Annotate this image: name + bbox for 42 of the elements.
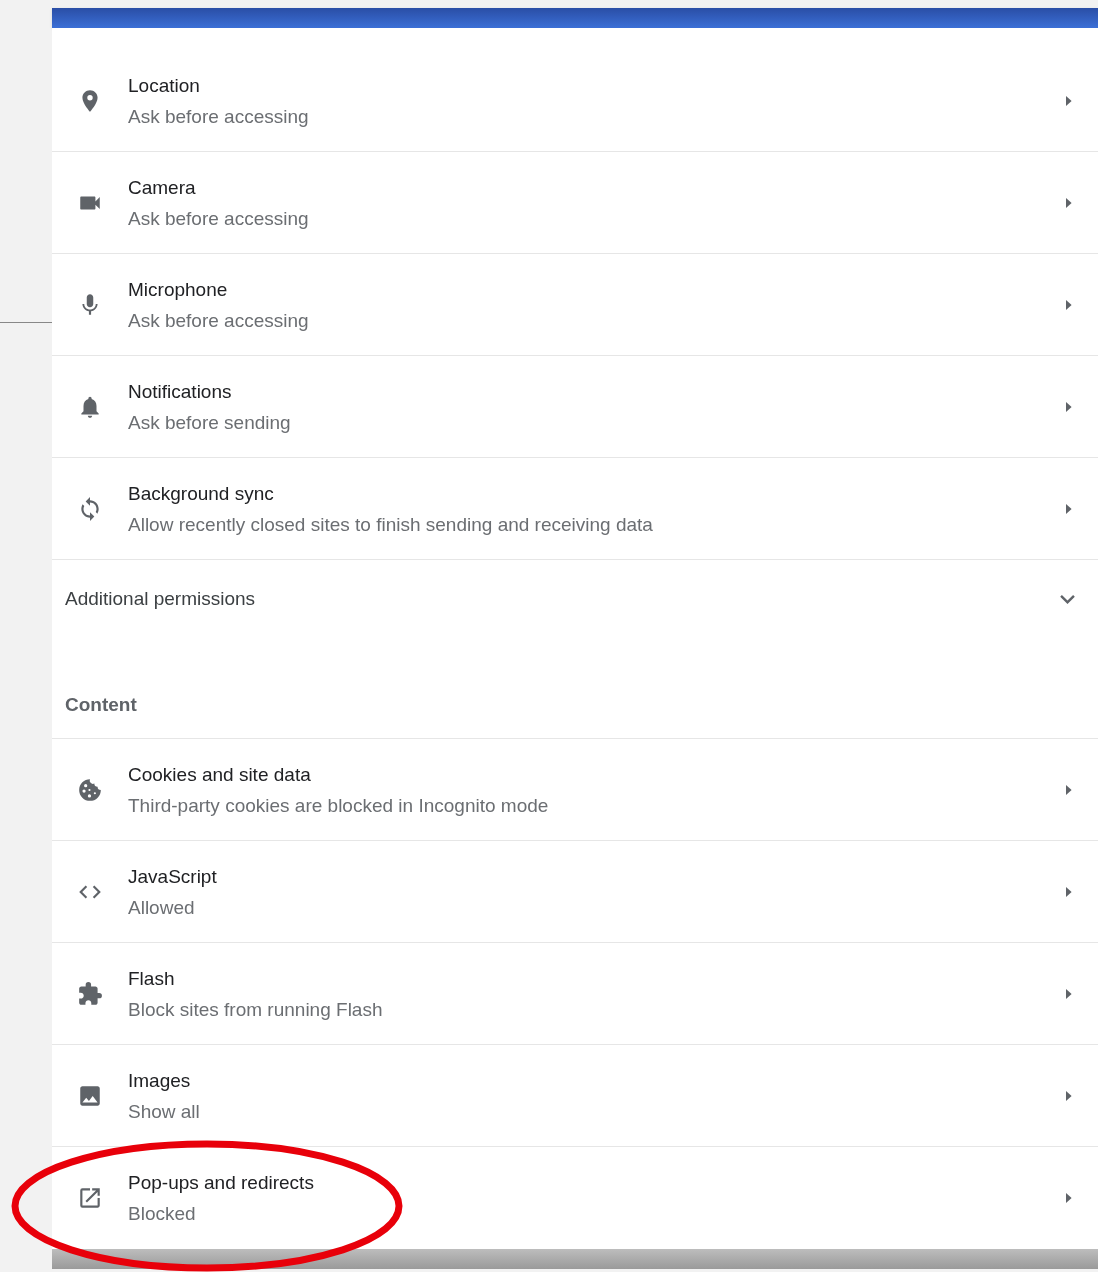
row-title: Background sync [128,481,275,505]
row-title: Flash [128,966,176,990]
arrow-right-icon [1066,502,1073,515]
settings-row[interactable]: JavaScript Allowed [52,841,1098,943]
arrow-right-icon [1066,987,1073,1000]
arrow-right-icon [1066,196,1073,209]
arrow-right-icon [1066,783,1073,796]
row-title: Cookies and site data [128,762,312,786]
arrow-right-icon [1066,298,1073,311]
arrow-right-icon [1066,1192,1073,1204]
settings-row[interactable]: Images Show all [52,1045,1098,1147]
row-title: JavaScript [128,864,218,888]
row-title: Pop-ups and redirects [128,1171,315,1194]
settings-row[interactable]: Location Ask before accessing [52,50,1098,152]
settings-row[interactable]: Flash Block sites from running Flash [52,943,1098,1045]
settings-row[interactable]: Notifications Ask before sending [52,356,1098,458]
settings-row[interactable]: Pop-ups and redirects Blocked [52,1147,1098,1249]
row-subtitle: Ask before accessing [128,206,310,230]
row-title: Microphone [128,277,229,301]
settings-row[interactable]: Microphone Ask before accessing [52,254,1098,356]
arrow-right-icon [1066,1089,1073,1102]
additional-permissions-row[interactable]: Additional permissions [52,560,1098,638]
row-subtitle: Ask before accessing [128,308,310,332]
arrow-right-icon [1066,885,1073,898]
row-subtitle: Ask before sending [128,410,292,434]
settings-row[interactable]: Cookies and site data Third-party cookies are blocked in Incognito mode [52,739,1098,841]
row-title: Notifications [128,379,233,403]
settings-row[interactable]: Camera Ask before accessing [52,152,1098,254]
row-subtitle: Show all [128,1099,201,1123]
settings-row[interactable]: Background sync Allow recently closed sites to finish sending and receiving data [52,458,1098,560]
row-title: Camera [128,175,197,199]
section-heading: Content [65,694,137,715]
arrow-right-icon [1066,94,1073,107]
arrow-right-icon [1066,400,1073,413]
row-subtitle: Third-party cookies are blocked in Incognito mode [128,793,550,817]
row-subtitle: Allow recently closed sites to finish sending and receiving data [128,512,654,536]
row-subtitle: Block sites from running Flash [128,997,384,1021]
row-subtitle: Blocked [128,1202,197,1225]
row-subtitle: Ask before accessing [128,104,310,128]
row-subtitle: Allowed [128,895,196,919]
row-title: Images [128,1068,192,1092]
row-title: Location [128,73,201,97]
